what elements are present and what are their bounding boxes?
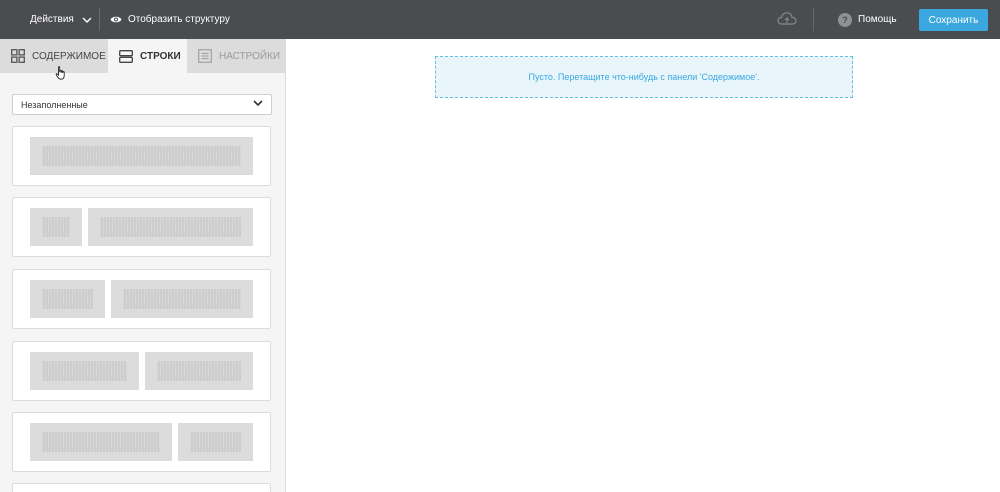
- save-button[interactable]: Сохранить: [919, 9, 988, 31]
- row-column-placeholder: [30, 423, 172, 461]
- top-toolbar: Действия Отобразить структуру ? Помощь С…: [0, 0, 1000, 39]
- tab-settings-label: Настройки: [219, 50, 281, 62]
- actions-label: Действия: [30, 14, 74, 25]
- tab-settings[interactable]: Настройки: [187, 39, 286, 73]
- eye-icon: [110, 16, 122, 23]
- row-column-placeholder: [88, 208, 253, 246]
- tab-content[interactable]: Содержимое: [0, 39, 108, 73]
- grid-icon: [11, 49, 25, 63]
- row-column-placeholder: [30, 208, 82, 246]
- empty-dropzone[interactable]: Пусто. Перетащите что-нибудь с панели 'С…: [435, 56, 853, 98]
- row-layout-narrow-wide[interactable]: [12, 197, 271, 257]
- row-layout-one-column[interactable]: [12, 126, 271, 186]
- rows-icon: [119, 49, 133, 63]
- row-filter-value: Незаполненные: [21, 99, 88, 110]
- help-icon: ?: [838, 12, 852, 27]
- settings-icon: [198, 49, 212, 63]
- show-structure-label: Отобразить структуру: [128, 14, 230, 25]
- row-layout-partial[interactable]: [12, 483, 271, 492]
- row-column-placeholder: [178, 423, 253, 461]
- row-column-placeholder: [30, 137, 253, 175]
- row-filter-select[interactable]: Незаполненные: [12, 94, 272, 115]
- tab-content-label: Содержимое: [32, 50, 106, 62]
- row-layout-two-thirds-one-third[interactable]: [12, 412, 271, 472]
- tab-rows-label: Строки: [140, 50, 181, 62]
- chevron-down-icon: [82, 17, 92, 23]
- row-column-placeholder: [111, 280, 253, 318]
- row-layout-one-third-two-thirds[interactable]: [12, 269, 271, 329]
- tab-rows[interactable]: Строки: [108, 39, 187, 73]
- empty-dropzone-message: Пусто. Перетащите что-нибудь с панели 'С…: [528, 72, 760, 82]
- row-layout-half-half[interactable]: [12, 341, 271, 401]
- cloud-upload-icon[interactable]: [777, 11, 797, 27]
- show-structure-button[interactable]: Отобразить структуру: [110, 0, 230, 39]
- chevron-down-icon: [253, 100, 263, 107]
- row-column-placeholder: [30, 280, 105, 318]
- help-button[interactable]: ? Помощь: [838, 0, 897, 39]
- help-label: Помощь: [858, 14, 897, 25]
- left-panel: Содержимое Строки Настройки Незаполненны…: [0, 39, 286, 492]
- row-column-placeholder: [145, 352, 253, 390]
- actions-dropdown[interactable]: Действия: [30, 0, 92, 39]
- toolbar-divider: [99, 8, 100, 31]
- row-column-placeholder: [30, 352, 139, 390]
- toolbar-divider: [813, 8, 814, 31]
- panel-tabs: Содержимое Строки Настройки: [0, 39, 286, 73]
- editor-canvas: Пусто. Перетащите что-нибудь с панели 'С…: [287, 39, 1000, 492]
